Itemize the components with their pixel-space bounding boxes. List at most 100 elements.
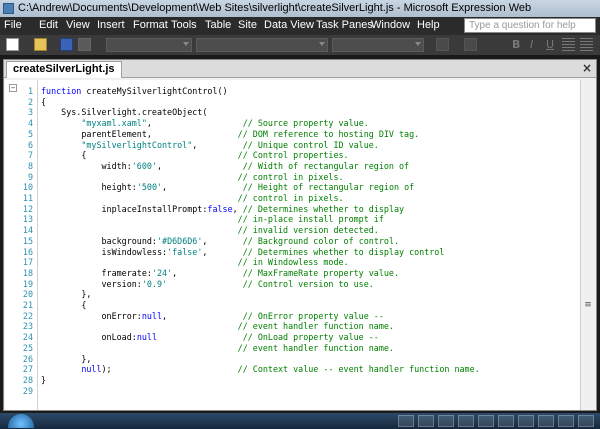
menu-tools[interactable]: Tools [171, 19, 197, 31]
taskbar-item[interactable] [558, 415, 574, 427]
line-number: 12 [22, 203, 33, 214]
code-line[interactable]: 19 version:'0.9' // Control version to u… [5, 279, 581, 289]
menu-site[interactable]: Site [238, 19, 257, 31]
code-line[interactable]: 17 // in Windowless mode. [5, 257, 581, 267]
code-line[interactable]: 3 Sys.Silverlight.createObject( [5, 107, 581, 117]
undo-icon[interactable] [436, 38, 449, 51]
align-center-icon[interactable] [580, 38, 593, 51]
code-editor[interactable]: − 1 function createMySilverlightControl()… [5, 80, 581, 410]
code-token: onLoad: [41, 332, 137, 343]
code-text: parentElement, // DOM reference to hosti… [41, 129, 419, 139]
redo-icon[interactable] [464, 38, 477, 51]
code-token: function [41, 86, 82, 96]
menu-view[interactable]: View [66, 19, 90, 31]
code-token: , [202, 235, 243, 246]
code-token: , [232, 203, 243, 214]
code-token: '24' [151, 267, 173, 278]
code-line[interactable]: 12 inplaceInstallPrompt:false, // Determ… [5, 204, 581, 214]
scrollbar-grip-icon[interactable]: ≡ [583, 300, 593, 310]
code-line[interactable]: 24 onLoad:null // OnLoad property value … [5, 332, 581, 342]
line-number: 21 [22, 300, 33, 310]
code-line[interactable]: 1 function createMySilverlightControl() [5, 86, 581, 96]
menu-insert[interactable]: Insert [97, 19, 125, 31]
taskbar-item[interactable] [418, 415, 434, 427]
taskbar-item[interactable] [458, 415, 474, 427]
taskbar-item[interactable] [438, 415, 454, 427]
italic-icon[interactable]: I [530, 38, 533, 51]
start-button[interactable] [8, 414, 34, 428]
code-line[interactable]: 7 { // Control properties. [5, 150, 581, 160]
code-line[interactable]: 8 width:'600', // Width of rectangular r… [5, 161, 581, 171]
taskbar-item[interactable] [538, 415, 554, 427]
menu-file[interactable]: File [4, 19, 22, 31]
taskbar-item[interactable] [578, 415, 594, 427]
save-icon[interactable] [60, 38, 73, 51]
underline-icon[interactable]: U [546, 38, 554, 51]
code-line[interactable]: 11 // control in pixels. [5, 193, 581, 203]
code-token: // Background color of control. [242, 235, 400, 246]
code-text: "myxaml.xaml", // Source property value. [41, 118, 368, 128]
line-number: 8 [27, 160, 33, 171]
line-number: 1 [27, 86, 33, 96]
tab-createsilverlight[interactable]: createSilverLight.js [6, 61, 122, 78]
code-line[interactable]: 9 // control in pixels. [5, 172, 581, 182]
vertical-scrollbar[interactable]: ≡ [580, 80, 595, 410]
taskbar-item[interactable] [478, 415, 494, 427]
code-line[interactable]: 6 "mySilverlightControl", // Unique cont… [5, 140, 581, 150]
code-line[interactable]: 29 [5, 386, 581, 396]
code-token: Sys.Silverlight.createObject( [41, 107, 208, 118]
code-line[interactable]: 16 isWindowless:'false', // Determines w… [5, 247, 581, 257]
code-line[interactable]: 22 onError:null, // OnError property val… [5, 311, 581, 321]
line-number: 7 [27, 150, 33, 161]
code-line[interactable]: 20 }, [5, 289, 581, 299]
taskbar-item[interactable] [398, 415, 414, 427]
line-number: 15 [22, 235, 33, 246]
code-line[interactable]: 26 }, [5, 354, 581, 364]
code-line[interactable]: 27 null); // Context value -- event hand… [5, 364, 581, 374]
code-line[interactable]: 4 "myxaml.xaml", // Source property valu… [5, 118, 581, 128]
bold-icon[interactable]: B [512, 38, 520, 51]
code-line[interactable]: 21 { [5, 300, 581, 310]
code-token: // Height of rectangular region of [242, 182, 415, 193]
code-line[interactable]: 23 // event handler function name. [5, 321, 581, 331]
align-left-icon[interactable] [562, 38, 575, 51]
menu-help[interactable]: Help [417, 19, 440, 31]
code-line[interactable]: 28} [5, 375, 581, 385]
publish-icon[interactable] [78, 38, 91, 51]
line-number: 19 [22, 278, 33, 289]
style-dropdown[interactable] [106, 38, 192, 52]
taskbar-item[interactable] [518, 415, 534, 427]
code-token: ); [101, 364, 238, 375]
new-page-icon[interactable] [6, 38, 19, 51]
code-token: }, [41, 353, 92, 364]
code-line[interactable]: 2{ [5, 97, 581, 107]
taskbar [0, 413, 600, 429]
font-dropdown[interactable] [196, 38, 328, 52]
code-token: width: [41, 160, 132, 171]
code-token: , [156, 160, 243, 171]
menu-format[interactable]: Format [133, 19, 168, 31]
menu-table[interactable]: Table [205, 19, 231, 31]
code-line[interactable]: 25 // event handler function name. [5, 343, 581, 353]
code-line[interactable]: 14 // invalid version detected. [5, 225, 581, 235]
code-line[interactable]: 10 height:'500', // Height of rectangula… [5, 182, 581, 192]
code-line[interactable]: 18 framerate:'24', // MaxFrameRate prope… [5, 268, 581, 278]
open-folder-icon[interactable] [34, 38, 47, 51]
help-search-input[interactable]: Type a question for help [464, 18, 596, 33]
taskbar-item[interactable] [498, 415, 514, 427]
code-line[interactable]: 15 background:'#D6D6D6', // Background c… [5, 236, 581, 246]
code-token: // control in pixels. [237, 193, 344, 203]
close-document-button[interactable]: × [582, 61, 592, 75]
line-number: 27 [22, 364, 33, 375]
menu-edit[interactable]: Edit [39, 19, 58, 31]
font-size-dropdown[interactable] [332, 38, 424, 52]
menu-window[interactable]: Window [371, 19, 410, 31]
menu-task-panes[interactable]: Task Panes [316, 19, 373, 31]
code-line[interactable]: 5 parentElement, // DOM reference to hos… [5, 129, 581, 139]
code-line[interactable]: 13 // in-place install prompt if [5, 214, 581, 224]
menu-data-view[interactable]: Data View [264, 19, 314, 31]
code-text: null); // Context value -- event handler… [41, 364, 479, 375]
